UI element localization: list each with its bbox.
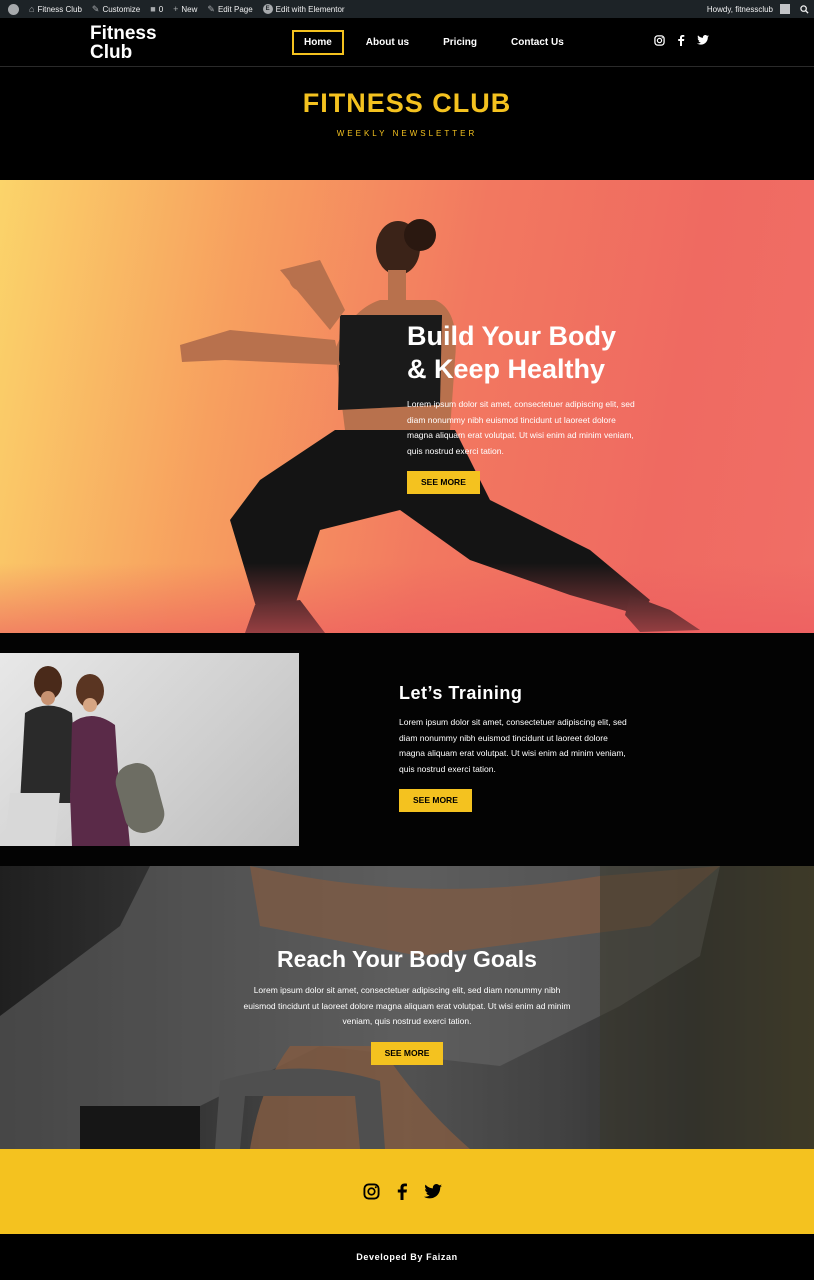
instagram-icon[interactable]	[654, 34, 665, 46]
admin-bar: ⌂ Fitness Club ✎ Customize ■ 0 + New ✎ E…	[0, 0, 814, 18]
pencil-icon: ✎	[207, 3, 215, 14]
goals-section: Reach Your Body Goals Lorem ipsum dolor …	[0, 866, 814, 1149]
plus-icon: +	[173, 3, 179, 14]
nav-home[interactable]: Home	[292, 30, 344, 55]
admin-elementor-link[interactable]: E Edit with Elementor	[258, 0, 350, 18]
wordpress-logo-icon[interactable]	[0, 0, 24, 18]
facebook-icon[interactable]	[677, 34, 685, 46]
main-nav: Home About us Pricing Contact Us	[292, 30, 586, 55]
training-see-more-button[interactable]: SEE MORE	[399, 789, 472, 812]
elementor-icon: E	[262, 4, 273, 14]
training-photo	[0, 653, 299, 846]
admin-edit-page-link[interactable]: ✎ Edit Page	[202, 0, 257, 18]
page-subtitle: WEEKLY NEWSLETTER	[336, 129, 478, 138]
hero-heading: Build Your Body & Keep Healthy	[407, 321, 616, 384]
facebook-icon[interactable]	[396, 1182, 408, 1200]
avatar	[780, 4, 790, 14]
nav-pricing[interactable]: Pricing	[431, 30, 489, 55]
goals-content: Reach Your Body Goals Lorem ipsum dolor …	[240, 946, 574, 1065]
training-content: Let’s Training Lorem ipsum dolor sit ame…	[399, 683, 629, 812]
admin-customize-link[interactable]: ✎ Customize	[87, 0, 145, 18]
training-heading: Let’s Training	[399, 683, 523, 703]
instagram-icon[interactable]	[363, 1182, 380, 1200]
admin-comments-link[interactable]: ■ 0	[145, 0, 168, 18]
site-header: Fitness Club Home About us Pricing Conta…	[0, 18, 814, 67]
training-section: Let’s Training Lorem ipsum dolor sit ame…	[0, 633, 814, 866]
hero-title-band: FITNESS CLUB WEEKLY NEWSLETTER	[0, 68, 814, 180]
footer-credit: Developed By Faizan	[0, 1234, 814, 1280]
nav-contact-us[interactable]: Contact Us	[499, 30, 576, 55]
hero-section: Build Your Body & Keep Healthy Lorem ips…	[0, 180, 814, 633]
admin-search-button[interactable]	[795, 0, 814, 18]
brush-icon: ✎	[91, 3, 100, 14]
home-icon: ⌂	[29, 3, 35, 14]
twitter-icon[interactable]	[424, 1183, 442, 1199]
twitter-icon[interactable]	[697, 35, 709, 45]
hero-content: Build Your Body & Keep Healthy Lorem ips…	[407, 320, 637, 494]
footer-social-links	[363, 1182, 442, 1200]
admin-new-link[interactable]: + New	[168, 0, 202, 18]
search-icon	[800, 4, 809, 14]
hero-see-more-button[interactable]: SEE MORE	[407, 471, 480, 494]
hero-paragraph: Lorem ipsum dolor sit amet, consectetuer…	[407, 399, 635, 456]
goals-paragraph: Lorem ipsum dolor sit amet, consectetuer…	[243, 985, 571, 1026]
goals-see-more-button[interactable]: SEE MORE	[370, 1041, 444, 1065]
women-with-yoga-mat-image	[5, 666, 165, 846]
training-paragraph: Lorem ipsum dolor sit amet, consectetuer…	[399, 717, 627, 774]
site-logo[interactable]: Fitness Club	[90, 24, 180, 62]
admin-account-link[interactable]: Howdy, fitnessclub	[702, 0, 795, 18]
page-title: FITNESS CLUB	[302, 88, 512, 118]
admin-site-link[interactable]: ⌂ Fitness Club	[24, 0, 87, 18]
comment-icon: ■	[150, 3, 156, 14]
hero-floor-shadow	[0, 563, 814, 633]
header-social-links	[654, 34, 709, 46]
goals-heading: Reach Your Body Goals	[277, 946, 537, 972]
footer-social-band	[0, 1149, 814, 1234]
nav-about-us[interactable]: About us	[354, 30, 421, 55]
